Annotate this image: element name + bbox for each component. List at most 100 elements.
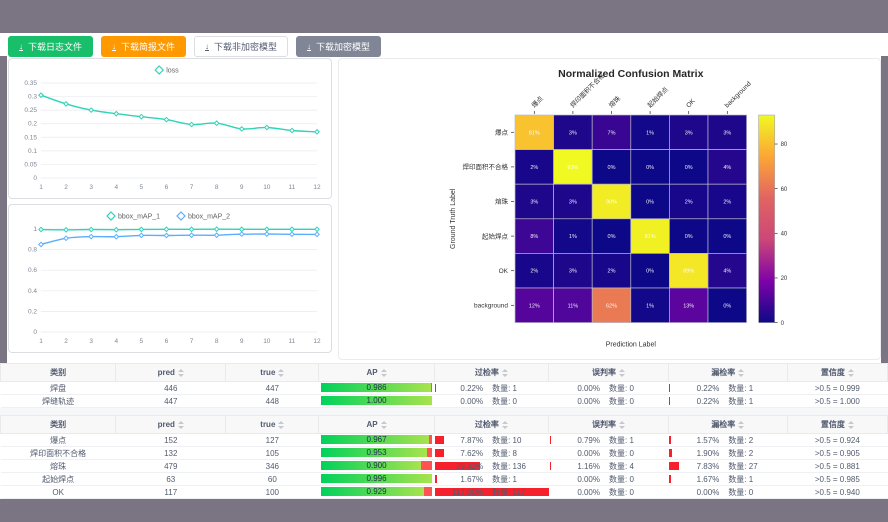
rate-count: 数量: 1 — [483, 474, 549, 485]
matrix-cell-value: 0% — [608, 165, 616, 171]
matrix-cell-value: 0% — [685, 234, 693, 240]
rate-count: 数量: 2 — [719, 448, 787, 459]
matrix-cell-value: 3% — [723, 130, 731, 136]
rate-value: 39.42% — [434, 462, 483, 471]
rate-value: 0.00% — [434, 397, 483, 406]
col-header-误判率[interactable]: 误判率 — [549, 416, 669, 434]
y-tick-label: 0.2 — [28, 121, 37, 128]
rate-count: 数量: 0 — [600, 396, 668, 407]
metrics-table-detection: 类别predtrueAP过检率误判率漏检率置信度焊盘4464470.9860.2… — [0, 363, 888, 408]
legend-label: bbox_mAP_1 — [118, 214, 160, 221]
rate-value: 0.22% — [434, 384, 483, 393]
x-tick-label: 1 — [39, 338, 43, 345]
sort-icon[interactable] — [619, 369, 625, 377]
col-header-label: 漏检率 — [711, 419, 735, 430]
rate-value: 0.79% — [549, 436, 600, 445]
sort-icon[interactable] — [738, 421, 744, 429]
rate-value: 1.67% — [434, 475, 483, 484]
matrix-row-label: OK — [499, 268, 509, 275]
col-header-置信度[interactable]: 置信度 — [787, 364, 887, 382]
col-header-误判率[interactable]: 误判率 — [549, 364, 669, 382]
true-cell: 447 — [226, 382, 319, 395]
over-detect-cell: 1.67%数量: 1 — [434, 473, 548, 486]
true-cell: 448 — [226, 395, 319, 408]
x-tick-label: 11 — [289, 338, 296, 345]
rate-count: 数量: 1 — [600, 435, 668, 446]
col-header-true[interactable]: true — [226, 416, 319, 434]
sort-icon[interactable] — [381, 369, 387, 377]
rate-count: 数量: 1 — [483, 383, 549, 394]
col-header-漏检率[interactable]: 漏检率 — [668, 416, 787, 434]
data-point — [189, 233, 193, 237]
col-header-label: true — [260, 368, 275, 377]
sort-icon[interactable] — [848, 421, 854, 429]
sort-icon[interactable] — [619, 421, 625, 429]
legend-item-bbox_mAP_2[interactable]: bbox_mAP_2 — [177, 212, 230, 221]
colorbar-tick-label: 0 — [781, 321, 785, 327]
sort-icon[interactable] — [502, 421, 508, 429]
table-row: OK1171000.929117.00%数量: 1170.00%数量: 00.0… — [1, 486, 888, 499]
ap-cell: 0.900 — [319, 460, 434, 473]
col-header-label: 误判率 — [592, 367, 616, 378]
download-report-button[interactable]: ↓ 下载简报文件 — [101, 36, 186, 57]
miss-detect-cell: 1.67%数量: 1 — [668, 473, 787, 486]
bbox-map-chart: 00.20.40.60.81123456789101112bbox_mAP_1b… — [9, 205, 331, 352]
misjudge-cell: 0.00%数量: 0 — [549, 486, 669, 499]
sort-icon[interactable] — [502, 369, 508, 377]
download-encrypted-model-label: 下载加密模型 — [316, 40, 370, 53]
col-header-过检率[interactable]: 过检率 — [434, 364, 548, 382]
col-header-true[interactable]: true — [226, 364, 319, 382]
rate-count: 数量: 8 — [483, 448, 549, 459]
sort-icon[interactable] — [178, 421, 184, 429]
confidence-cell: >0.5 = 0.881 — [787, 460, 887, 473]
col-header-置信度[interactable]: 置信度 — [787, 416, 887, 434]
data-point — [89, 108, 93, 112]
col-header-漏检率[interactable]: 漏检率 — [668, 364, 787, 382]
data-point — [265, 232, 269, 236]
class-cell: 爆点 — [1, 434, 116, 447]
col-header-过检率[interactable]: 过检率 — [434, 416, 548, 434]
col-header-label: pred — [158, 368, 175, 377]
ap-cell: 0.967 — [319, 434, 434, 447]
legend-item-bbox_mAP_1[interactable]: bbox_mAP_1 — [107, 212, 160, 221]
col-header-label: 过检率 — [475, 367, 499, 378]
matrix-cell-value: 2% — [608, 269, 616, 275]
data-point — [139, 227, 143, 231]
sort-icon[interactable] — [848, 369, 854, 377]
confusion-matrix-card: Normalized Confusion Matrix81%3%7%1%3%3%… — [338, 58, 881, 360]
legend-label: bbox_mAP_2 — [188, 214, 230, 221]
misjudge-cell: 0.00%数量: 0 — [549, 382, 669, 395]
x-tick-label: 11 — [289, 184, 296, 191]
rate-count: 数量: 10 — [483, 435, 549, 446]
window-chrome-top — [0, 0, 888, 33]
col-header-pred[interactable]: pred — [116, 416, 226, 434]
sort-icon[interactable] — [178, 369, 184, 377]
sort-icon[interactable] — [738, 369, 744, 377]
legend-item-loss[interactable]: loss — [155, 66, 179, 75]
sort-icon[interactable] — [278, 369, 284, 377]
matrix-cell-value: 0% — [723, 303, 731, 309]
col-header-pred[interactable]: pred — [116, 364, 226, 382]
download-encrypted-model-button[interactable]: ↓ 下载加密模型 — [296, 36, 381, 57]
true-cell: 346 — [226, 460, 319, 473]
over-detect-cell: 7.62%数量: 8 — [434, 447, 548, 460]
table-row: 焊缝轨迹4474481.0000.00%数量: 00.00%数量: 00.22%… — [1, 395, 888, 408]
loss-chart-card: 00.050.10.150.20.250.30.3512345678910111… — [8, 58, 332, 199]
data-point — [240, 232, 244, 236]
col-header-AP[interactable]: AP — [319, 364, 434, 382]
rate-value: 1.67% — [668, 475, 719, 484]
download-log-button[interactable]: ↓ 下载日志文件 — [8, 36, 93, 57]
y-tick-label: 0.8 — [28, 247, 37, 254]
col-header-AP[interactable]: AP — [319, 416, 434, 434]
sort-icon[interactable] — [278, 421, 284, 429]
y-tick-label: 0.35 — [24, 80, 37, 87]
sort-icon[interactable] — [381, 421, 387, 429]
matrix-ylabel: Ground Truth Label — [450, 188, 457, 249]
ap-value: 0.953 — [321, 448, 432, 457]
matrix-row-label: 起始焊点 — [482, 231, 509, 240]
matrix-cell-value: 4% — [723, 165, 731, 171]
ap-cell: 0.996 — [319, 473, 434, 486]
data-point — [189, 122, 193, 126]
download-unencrypted-model-button[interactable]: ↓ 下载非加密模型 — [194, 36, 288, 57]
misjudge-cell: 0.00%数量: 0 — [549, 395, 669, 408]
